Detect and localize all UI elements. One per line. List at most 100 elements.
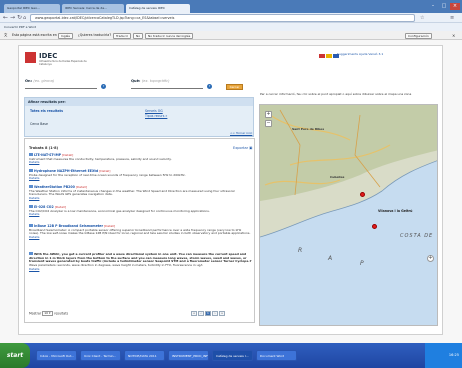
address-text: www.geoportal-idec.cat/IDEC/ptlcercaCata… bbox=[35, 16, 175, 20]
item-desc: The CO2/CO2 Analyzer is a low maintenanc… bbox=[29, 208, 210, 213]
map-label-town: Vilanova i la Geltrú bbox=[378, 209, 413, 213]
reset-link[interactable]: << Tornar inici bbox=[230, 131, 252, 135]
filter-all-results[interactable]: Totes els resultats bbox=[30, 109, 63, 113]
export-link[interactable]: Exportar ▣ bbox=[233, 146, 252, 150]
last-page-button[interactable]: » bbox=[219, 311, 225, 316]
logo-text: IDEC bbox=[39, 52, 58, 60]
language-select[interactable]: Inglés bbox=[58, 32, 73, 39]
wrench-icon[interactable]: ≡ bbox=[450, 14, 454, 22]
star-icon[interactable]: ☆ bbox=[420, 14, 424, 22]
maximize-icon[interactable]: □ bbox=[439, 3, 449, 10]
start-label: start bbox=[6, 352, 24, 359]
back-icon[interactable]: ← bbox=[3, 14, 8, 22]
help-icon[interactable]: ? bbox=[101, 84, 106, 89]
what-input[interactable] bbox=[131, 84, 203, 89]
clock: 16:25 bbox=[448, 353, 459, 357]
item-details-link[interactable]: Detalls bbox=[29, 176, 252, 181]
list-item[interactable]: EI-028 CO2 [Detall] The CO2/CO2 Analyzer… bbox=[29, 205, 252, 217]
map-graphic bbox=[260, 105, 437, 238]
list-item[interactable]: InBase 12B P Broadband Seismometer [Deta… bbox=[29, 224, 252, 240]
item-details-link[interactable]: Detalls bbox=[29, 235, 252, 240]
tab-label: IDEC Serveis: Cerca de da... bbox=[65, 6, 107, 10]
list-item[interactable]: With the AWAC, you get a current profile… bbox=[29, 252, 252, 271]
next-page-button[interactable]: › bbox=[212, 311, 218, 316]
what-label-text: Què: bbox=[131, 79, 141, 83]
where-label-text: On: bbox=[25, 79, 33, 83]
start-button[interactable]: start bbox=[0, 343, 30, 368]
filter-services-link[interactable]: Serveis OG bbox=[145, 109, 163, 113]
taskbar-item-active[interactable]: Catàleg de serveis I... bbox=[212, 350, 253, 361]
translate-button[interactable]: Traducir bbox=[113, 32, 131, 39]
page-1-button[interactable]: 1 bbox=[205, 311, 211, 316]
location-pin-icon[interactable] bbox=[360, 192, 365, 197]
item-desc: Broadband Seismometer: A compact portabl… bbox=[29, 227, 251, 236]
translate-config-button[interactable]: Configuración bbox=[405, 32, 432, 39]
taskbar-item[interactable]: INSTRUMENT_PROC_INFO bbox=[168, 350, 209, 361]
map-view[interactable]: + − + Vilanova i la Geltrú Sant Pere de … bbox=[259, 104, 438, 326]
zoom-in-icon[interactable]: + bbox=[265, 111, 272, 118]
export-text: Exportar bbox=[233, 146, 249, 150]
results-panel: Trobats 8 (1-8) Exportar ▣ LTE-NAT-ST-IM… bbox=[24, 138, 255, 323]
flag-ca-icon[interactable] bbox=[319, 54, 325, 58]
map-label-sea: A bbox=[328, 255, 333, 262]
no-translate-button[interactable]: No bbox=[133, 32, 144, 39]
where-input[interactable] bbox=[25, 84, 97, 89]
first-page-button[interactable]: « bbox=[191, 311, 197, 316]
filters-panel: Afinar resultats per: Totes els resultat… bbox=[24, 97, 254, 137]
filter-row: Totes els resultats bbox=[30, 109, 63, 113]
flag-es-icon[interactable] bbox=[326, 54, 332, 58]
reload-icon[interactable]: ↻ bbox=[17, 14, 22, 22]
list-item[interactable]: WeatherStation PB200 [Detall] The Weathe… bbox=[29, 185, 252, 201]
browser-tab[interactable]: Geoportal IDEC Geo... bbox=[4, 4, 60, 13]
browser-tab-active[interactable]: Catàleg de serveis IDEC bbox=[126, 4, 190, 13]
pan-icon[interactable]: + bbox=[427, 255, 434, 262]
taskbar-item[interactable]: NOTICE/DATA 2011 bbox=[124, 350, 165, 361]
map-info-text: Per a cercar informació, feu clic sobre … bbox=[260, 92, 412, 96]
page-size-select[interactable]: 10 ▾ bbox=[42, 311, 54, 316]
minimize-icon[interactable]: – bbox=[428, 3, 438, 10]
help-icon[interactable]: ? bbox=[207, 84, 212, 89]
forward-icon[interactable]: → bbox=[10, 14, 15, 22]
show-suffix: resultats bbox=[54, 311, 69, 316]
prev-page-button[interactable]: ‹ bbox=[198, 311, 204, 316]
address-bar[interactable]: www.geoportal-idec.cat/IDEC/ptlcercaCata… bbox=[30, 14, 415, 22]
map-info-bar: Per a cercar informació, feu clic sobre … bbox=[259, 92, 438, 103]
filter-subhead: Cerca Base bbox=[30, 122, 48, 126]
item-details-link[interactable]: Detalls bbox=[29, 267, 252, 272]
list-item[interactable]: Hydrophone NAZPH-Ethernet EEXtd [Detall]… bbox=[29, 169, 252, 181]
browser-tab[interactable]: IDEC Serveis: Cerca de da... bbox=[62, 4, 124, 13]
tab-label: Catàleg de serveis IDEC bbox=[129, 6, 165, 10]
taskbar-item[interactable]: Unix Client - Termin... bbox=[80, 350, 121, 361]
item-details-link[interactable]: Detalls bbox=[29, 212, 252, 217]
taskbar-item[interactable]: Inbox - Microsoft Out... bbox=[36, 350, 77, 361]
results-count: Trobats 8 (1-8) bbox=[29, 146, 59, 150]
item-desc: Probe designed for the reception of real… bbox=[29, 172, 186, 177]
list-item[interactable]: LTE-NAT-ST-IMP [Detall] Instrument that … bbox=[29, 153, 252, 165]
page-size-value: 10 bbox=[44, 311, 49, 315]
filter-resource-type-link[interactable]: Tipus recurs » bbox=[145, 114, 167, 118]
close-icon[interactable]: × bbox=[452, 31, 455, 40]
filters-header: Afinar resultats per: bbox=[25, 98, 253, 106]
bookmark-item[interactable]: Convertir PDF a Word bbox=[4, 25, 36, 29]
where-label: On: (ex. girona) bbox=[25, 79, 54, 83]
pagination: «‹ 1 ›» bbox=[190, 311, 225, 316]
item-details-link[interactable]: Detalls bbox=[29, 196, 252, 201]
translate-icon: 文 bbox=[4, 33, 8, 37]
page-content: IDEC Infraestructura de Dades Espacials … bbox=[18, 45, 443, 335]
never-translate-button[interactable]: No traducir nunca del inglés bbox=[145, 32, 194, 39]
top-links[interactable]: Suggeriments Ajuda Versió 3.1 bbox=[337, 52, 383, 56]
location-pin-icon[interactable] bbox=[372, 224, 377, 229]
close-icon[interactable]: × bbox=[450, 3, 460, 10]
home-icon[interactable]: ⌂ bbox=[23, 14, 26, 22]
map-label-coast: COSTA DE bbox=[400, 233, 434, 239]
page-size-control: Mostrar 10 ▾ resultats bbox=[29, 311, 68, 316]
map-label-sea: R bbox=[298, 247, 303, 254]
map-label-town: Cubelles bbox=[330, 175, 345, 179]
idec-logo-icon bbox=[25, 52, 36, 63]
where-hint: (ex. girona) bbox=[33, 79, 55, 83]
map-label-sea: P bbox=[360, 260, 364, 267]
taskbar-item[interactable]: Document Word bbox=[256, 350, 297, 361]
item-details-link[interactable]: Detalls bbox=[29, 160, 252, 165]
zoom-out-icon[interactable]: − bbox=[265, 120, 272, 127]
search-button[interactable]: Cercar bbox=[226, 84, 243, 90]
